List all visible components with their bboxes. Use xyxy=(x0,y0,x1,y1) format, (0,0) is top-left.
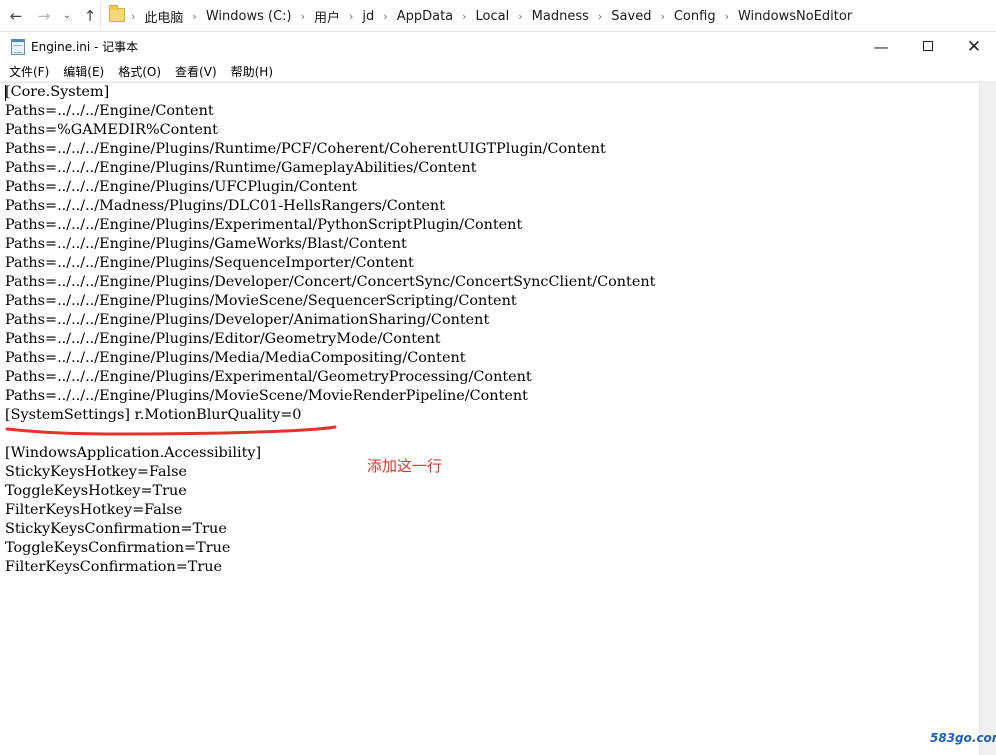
menu-item[interactable]: 查看(V) xyxy=(169,63,223,80)
breadcrumb-separator-icon[interactable]: › xyxy=(518,10,522,23)
menu-item[interactable]: 编辑(E) xyxy=(57,63,110,80)
maximize-button[interactable] xyxy=(905,33,951,61)
breadcrumb-separator-icon[interactable]: › xyxy=(301,10,305,23)
breadcrumb-item[interactable]: jd xyxy=(362,9,374,24)
text-line: Paths=../../../Engine/Plugins/Experiment… xyxy=(5,217,523,233)
breadcrumb-separator-icon[interactable]: › xyxy=(131,10,135,23)
text-line: Paths=../../../Engine/Plugins/Media/Medi… xyxy=(5,350,466,366)
breadcrumb-separator-icon[interactable]: › xyxy=(660,10,664,23)
breadcrumb-separator-icon[interactable]: › xyxy=(462,10,466,23)
up-arrow-icon[interactable]: ↑ xyxy=(80,6,100,26)
breadcrumb-item[interactable]: Config xyxy=(674,9,716,24)
text-line: FilterKeysHotkey=False xyxy=(5,502,183,518)
maximize-icon xyxy=(923,41,933,51)
address-box[interactable]: › 此电脑 › Windows (C:) › 用户 › jd › AppData › Local › Ma… xyxy=(100,3,996,29)
breadcrumb-item[interactable]: Saved xyxy=(611,9,651,24)
text-line: StickyKeysHotkey=False xyxy=(5,464,188,480)
menu-item[interactable]: 文件(F) xyxy=(3,63,55,80)
breadcrumb-item[interactable]: 此电脑 xyxy=(144,7,183,26)
vertical-scrollbar[interactable] xyxy=(979,82,996,755)
text-line: Paths=../../../Engine/Plugins/SequenceIm… xyxy=(5,255,414,271)
back-arrow-icon[interactable]: ← xyxy=(6,6,26,26)
text-line: Paths=../../../Engine/Content xyxy=(5,103,214,119)
text-line: Paths=../../../Engine/Plugins/Editor/Geo… xyxy=(5,331,441,347)
chevron-down-icon[interactable]: ⌄ xyxy=(60,6,74,26)
breadcrumb-separator-icon[interactable]: › xyxy=(598,10,602,23)
text-line: Paths=../../../Engine/Plugins/Developer/… xyxy=(5,274,656,290)
text-line: ToggleKeysConfirmation=True xyxy=(5,540,231,556)
text-line: Paths=../../../Engine/Plugins/Experiment… xyxy=(5,369,532,385)
menu-item[interactable]: 格式(O) xyxy=(112,63,167,80)
breadcrumb-item[interactable]: Local xyxy=(476,9,510,24)
text-line: [WindowsApplication.Accessibility] xyxy=(5,445,262,461)
breadcrumb: › 此电脑 › Windows (C:) › 用户 › jd › AppData › Local › Ma… xyxy=(131,3,852,29)
breadcrumb-item[interactable]: WindowsNoEditor xyxy=(738,9,852,24)
forward-arrow-icon[interactable]: → xyxy=(34,6,54,26)
red-underline-annotation xyxy=(5,425,337,436)
breadcrumb-separator-icon[interactable]: › xyxy=(725,10,729,23)
breadcrumb-separator-icon[interactable]: › xyxy=(383,10,387,23)
breadcrumb-item[interactable]: Windows (C:) xyxy=(206,9,292,24)
text-line: Paths=%GAMEDIR%Content xyxy=(5,122,218,138)
text-line: StickyKeysConfirmation=True xyxy=(5,521,227,537)
minimize-button[interactable]: — xyxy=(858,33,904,61)
explorer-address-bar: ← → ⌄ ↑ › 此电脑 › Windows (C:) › 用户 › jd › AppData ›… xyxy=(0,0,996,32)
notepad-icon xyxy=(11,39,25,55)
breadcrumb-item[interactable]: AppData xyxy=(397,9,453,24)
text-line: Paths=../../../Engine/Plugins/Runtime/PC… xyxy=(5,141,606,157)
breadcrumb-separator-icon[interactable]: › xyxy=(192,10,196,23)
text-line: Paths=../../../Engine/Plugins/MovieScene… xyxy=(5,388,528,404)
text-line: Paths=../../../Engine/Plugins/MovieScene… xyxy=(5,293,517,309)
text-line: Paths=../../../Engine/Plugins/GameWorks/… xyxy=(5,236,407,252)
breadcrumb-item[interactable]: Madness xyxy=(532,9,589,24)
menu-bar: 文件(F) 编辑(E) 格式(O) 查看(V) 帮助(H) xyxy=(0,61,996,82)
watermark: 583go.com xyxy=(930,731,996,745)
window-title-bar: Engine.ini - 记事本 — ✕ xyxy=(0,33,996,61)
text-line: Paths=../../../Engine/Plugins/Runtime/Ga… xyxy=(5,160,477,176)
breadcrumb-item[interactable]: 用户 xyxy=(314,7,340,26)
close-button[interactable]: ✕ xyxy=(951,33,996,61)
breadcrumb-separator-icon[interactable]: › xyxy=(349,10,353,23)
folder-icon xyxy=(109,5,125,22)
window-title: Engine.ini - 记事本 xyxy=(31,40,139,54)
text-line: FilterKeysConfirmation=True xyxy=(5,559,223,575)
text-line: Paths=../../../Madness/Plugins/DLC01-Hel… xyxy=(5,198,445,214)
menu-item[interactable]: 帮助(H) xyxy=(225,63,279,80)
text-editor[interactable]: [Core.System] Paths=../../../Engine/Conte… xyxy=(0,82,996,755)
text-line: Paths=../../../Engine/Plugins/UFCPlugin/… xyxy=(5,179,358,195)
text-line: Paths=../../../Engine/Plugins/Developer/… xyxy=(5,312,490,328)
editor-lines: [Core.System] Paths=../../../Engine/Conte… xyxy=(5,83,655,577)
text-line: ToggleKeysHotkey=True xyxy=(5,483,187,499)
text-line: [Core.System] xyxy=(5,84,110,100)
annotation-text: 添加这一行 xyxy=(367,457,443,475)
